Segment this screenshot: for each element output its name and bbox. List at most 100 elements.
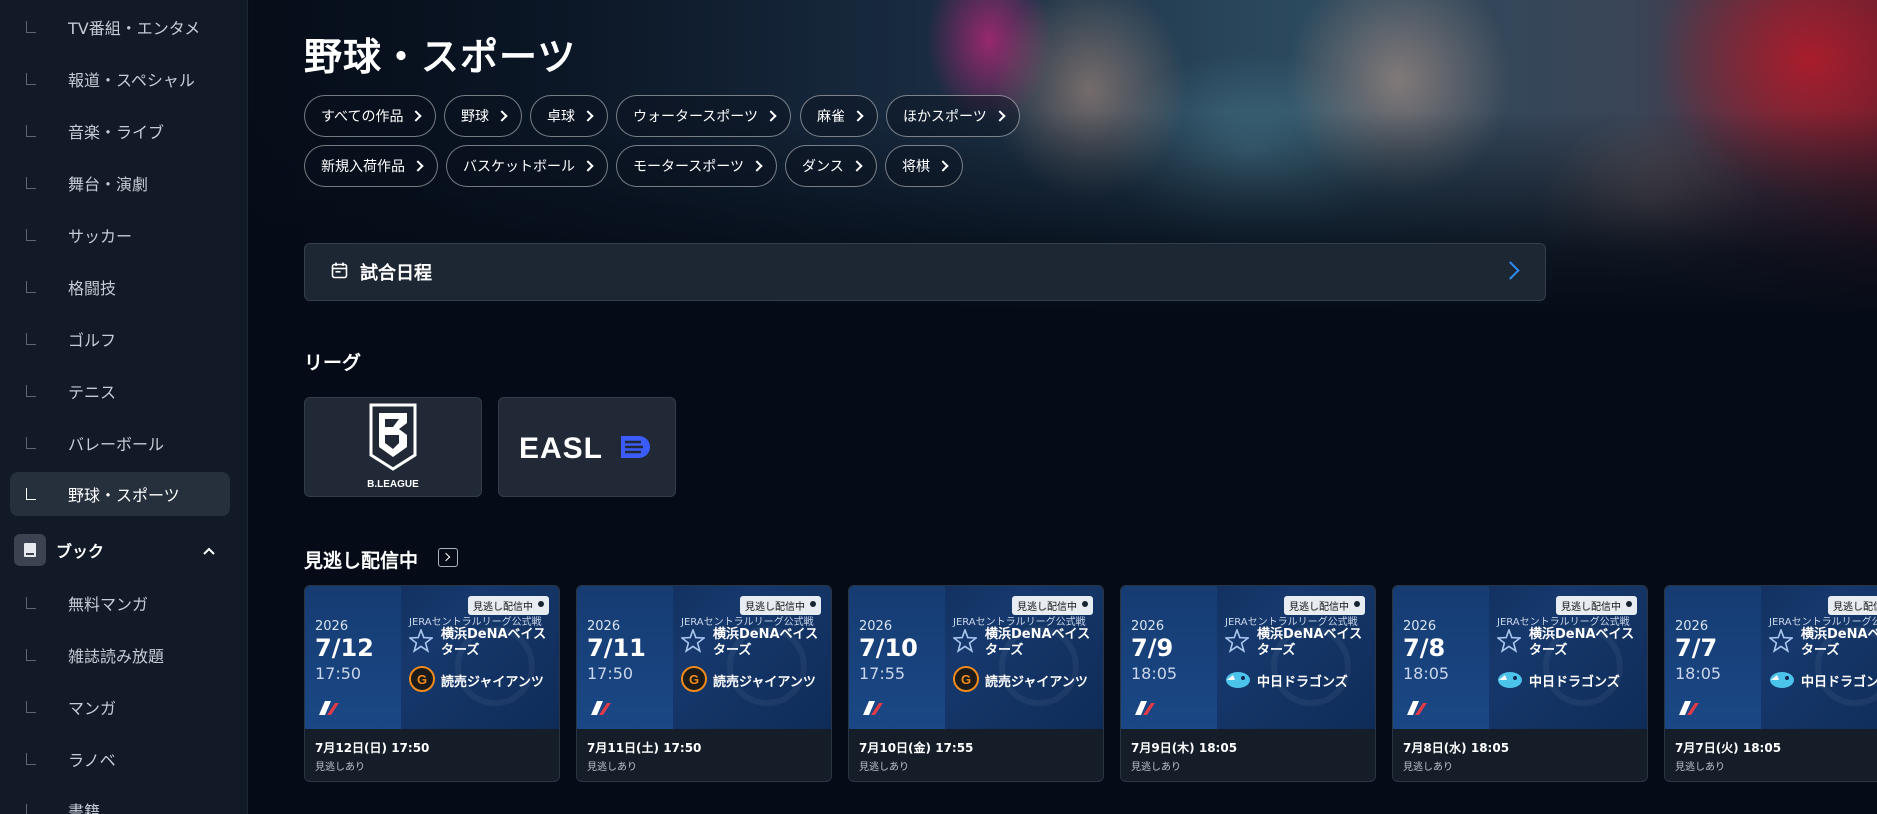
league-logo-icon (1407, 701, 1427, 715)
chip-new-arrivals[interactable]: 新規入荷作品 (304, 145, 438, 187)
chip-label: バスケットボール (463, 159, 575, 175)
match-schedule-button[interactable]: 試合日程 (304, 243, 1546, 301)
chip-mahjong[interactable]: 麻雀 (800, 95, 878, 137)
match-date: 7/11 (587, 634, 646, 662)
sidebar-item-label: TV番組・エンタメ (68, 19, 201, 38)
sidebar-item-label: ゴルフ (68, 331, 117, 350)
match-card[interactable]: 見逃し配信中 2026 7/9 18:05 JERAセントラルリーグ公式戦 横浜… (1120, 585, 1376, 782)
league-logo-icon (591, 701, 611, 715)
sidebar-item-free-manga[interactable]: 無料マンガ (10, 581, 230, 625)
team1-name: 横浜DeNAベイスターズ (1801, 627, 1877, 658)
chip-label: モータースポーツ (633, 159, 745, 175)
match-year: 2026 (315, 619, 349, 634)
team1-name: 横浜DeNAベイスターズ (1529, 627, 1635, 658)
match-year: 2026 (859, 619, 893, 634)
team1-name: 横浜DeNAベイスターズ (985, 627, 1091, 658)
team2-name: 読売ジャイアンツ (985, 675, 1088, 690)
tree-branch-icon (26, 753, 36, 765)
sidebar-section-book[interactable]: ブック (14, 533, 228, 567)
sidebar-item-soccer[interactable]: サッカー (10, 213, 230, 257)
match-year: 2026 (1675, 619, 1709, 634)
sidebar-section-label: ブック (56, 542, 105, 561)
chip-label: 野球 (461, 109, 489, 125)
match-datetime: 7月9日(木) 18:05 (1131, 741, 1238, 755)
match-date: 7/12 (315, 634, 374, 662)
team2-name: 読売ジャイアンツ (713, 675, 816, 690)
match-time: 17:50 (315, 664, 362, 683)
league-name: JERAセントラルリーグ公式戦 (953, 617, 1086, 628)
chip-table-tennis[interactable]: 卓球 (530, 95, 608, 137)
match-card[interactable]: 見逃し配信中 2026 7/10 17:55 JERAセントラルリーグ公式戦 横… (848, 585, 1104, 782)
easl-logo-text: EASL (519, 432, 603, 462)
sidebar-item-music-live[interactable]: 音楽・ライブ (10, 109, 230, 153)
sidebar-item-manga[interactable]: マンガ (10, 685, 230, 729)
catchup-note: 見逃しあり (1675, 762, 1725, 773)
sidebar-item-martial-arts[interactable]: 格闘技 (10, 265, 230, 309)
chevron-right-icon (410, 110, 423, 122)
tree-branch-icon (26, 701, 36, 713)
chip-label: 新規入荷作品 (321, 159, 405, 175)
match-card[interactable]: 見逃し配信中 2026 7/11 17:50 JERAセントラルリーグ公式戦 横… (576, 585, 832, 782)
match-date: 7/8 (1403, 634, 1446, 662)
sidebar-item-volleyball[interactable]: バレーボール (10, 421, 230, 465)
chip-all-works[interactable]: すべての作品 (304, 95, 437, 137)
chip-shogi[interactable]: 将棋 (885, 145, 963, 187)
chevron-right-icon (1501, 261, 1520, 280)
tree-branch-icon (26, 21, 36, 33)
giants-logo-icon: G (681, 666, 707, 692)
sidebar-item-stage[interactable]: 舞台・演劇 (10, 161, 230, 205)
sidebar-item-label: ラノベ (68, 751, 116, 770)
tree-branch-icon (26, 177, 36, 189)
sidebar-item-label: 報道・スペシャル (68, 71, 195, 90)
match-card[interactable]: 見逃し配信中 2026 7/7 18:05 JERAセントラルリーグ公式戦 横浜… (1664, 585, 1877, 782)
chip-other-sports[interactable]: ほかスポーツ (886, 95, 1020, 137)
sidebar-item-news-special[interactable]: 報道・スペシャル (10, 57, 230, 101)
schedule-label: 試合日程 (360, 263, 432, 284)
sidebar-item-label: サッカー (68, 227, 133, 246)
chevron-right-icon (412, 160, 424, 172)
match-datetime: 7月8日(水) 18:05 (1403, 741, 1510, 755)
league-name: JERAセントラルリーグ公式戦 (1225, 617, 1358, 628)
sidebar-item-books[interactable]: 書籍 (10, 788, 230, 814)
tree-branch-icon (26, 73, 36, 85)
tree-branch-icon (26, 281, 36, 293)
sidebar-item-magazines[interactable]: 雑誌読み放題 (10, 633, 230, 677)
league-card-easl[interactable]: EASL (498, 397, 676, 497)
chip-label: すべての作品 (321, 109, 404, 125)
match-year: 2026 (1131, 619, 1165, 634)
match-time: 18:05 (1675, 664, 1722, 683)
sidebar-item-tv-entertainment[interactable]: TV番組・エンタメ (10, 5, 230, 49)
tree-branch-icon (26, 597, 36, 609)
match-time: 18:05 (1131, 664, 1178, 683)
sidebar-item-tennis[interactable]: テニス (10, 369, 230, 413)
sidebar-item-label: 音楽・ライブ (68, 123, 165, 142)
chip-water-sports[interactable]: ウォータースポーツ (616, 95, 792, 137)
sidebar-item-baseball-sports[interactable]: 野球・スポーツ (10, 472, 230, 516)
giants-logo-icon: G (953, 666, 979, 692)
match-datetime: 7月10日(金) 17:55 (859, 741, 974, 755)
catchup-section-title: 見逃し配信中 (304, 550, 419, 572)
svg-text:G: G (961, 672, 971, 687)
catchup-note: 見逃しあり (1131, 762, 1181, 773)
easl-logo: EASL (519, 432, 650, 462)
tree-branch-icon (26, 437, 36, 449)
chip-motor-sports[interactable]: モータースポーツ (616, 145, 778, 187)
team1-name: 横浜DeNAベイスターズ (713, 627, 819, 658)
sidebar-item-light-novels[interactable]: ラノベ (10, 737, 230, 781)
bleague-logo-text: B.LEAGUE (367, 479, 419, 490)
giants-logo-icon: G (409, 666, 435, 692)
league-logo-icon (1135, 701, 1155, 715)
sidebar-item-golf[interactable]: ゴルフ (10, 317, 230, 361)
chevron-right-box-icon[interactable] (438, 548, 458, 567)
chevron-up-icon[interactable] (202, 541, 216, 560)
sidebar-item-label: バレーボール (68, 435, 165, 454)
match-card[interactable]: 見逃し配信中 2026 7/8 18:05 JERAセントラルリーグ公式戦 横浜… (1392, 585, 1648, 782)
chip-dance[interactable]: ダンス (785, 145, 877, 187)
match-card[interactable]: 見逃し配信中 2026 7/12 17:50 JERAセントラルリーグ公式戦 横… (304, 585, 560, 782)
chip-label: ほかスポーツ (903, 109, 987, 125)
chip-baseball[interactable]: 野球 (444, 95, 522, 137)
chip-basketball[interactable]: バスケットボール (446, 145, 608, 187)
tree-branch-icon (26, 649, 36, 661)
league-card-bleague[interactable]: B.LEAGUE (304, 397, 482, 497)
chevron-right-icon (582, 110, 594, 122)
